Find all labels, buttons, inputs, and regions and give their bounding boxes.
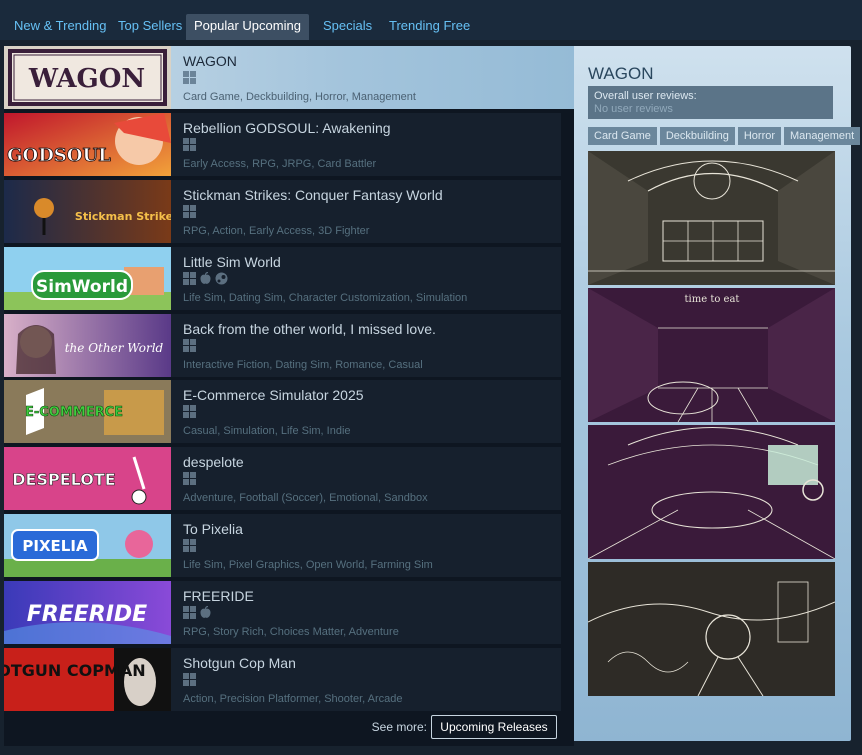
game-title: Rebellion GODSOUL: Awakening bbox=[183, 120, 391, 136]
game-row-freeride[interactable]: FREERIDE FREERIDE RPG, Story Rich, Choic… bbox=[4, 581, 561, 644]
tab-new-trending[interactable]: New & Trending bbox=[8, 14, 113, 40]
windows-icon bbox=[183, 339, 196, 352]
steam-icon bbox=[215, 272, 228, 285]
platform-icons bbox=[183, 606, 212, 620]
windows-icon bbox=[183, 272, 196, 285]
game-title: despelote bbox=[183, 454, 244, 470]
platform-icons bbox=[183, 71, 196, 85]
game-tags: Action, Precision Platformer, Shooter, A… bbox=[183, 693, 403, 705]
game-title: Little Sim World bbox=[183, 254, 281, 270]
svg-text:the Other World: the Other World bbox=[65, 341, 164, 355]
capsule-image: GODSOUL bbox=[4, 113, 171, 176]
svg-text:SimWorld: SimWorld bbox=[36, 277, 128, 297]
detail-tag[interactable]: Deckbuilding bbox=[659, 127, 735, 145]
windows-icon bbox=[183, 606, 196, 619]
tab-bar: New & Trending Top Sellers Popular Upcom… bbox=[0, 0, 862, 40]
game-row-despelote[interactable]: DESPELOTE despelote Adventure, Football … bbox=[4, 447, 561, 510]
svg-text:GODSOUL: GODSOUL bbox=[7, 145, 111, 166]
capsule-image: DESPELOTE bbox=[4, 447, 171, 510]
capsule-image: WAGON bbox=[4, 46, 171, 109]
platform-icons bbox=[183, 405, 196, 419]
game-row-stickman-strikes[interactable]: Stickman Strike Stickman Strikes: Conque… bbox=[4, 180, 561, 243]
game-tags: Card Game, Deckbuilding, Horror, Managem… bbox=[183, 91, 416, 103]
reviews-box: Overall user reviews: No user reviews bbox=[588, 86, 833, 119]
capsule-image: SimWorld bbox=[4, 247, 171, 310]
game-row-wagon[interactable]: WAGON WAGON Card Game, Deckbuilding, Hor… bbox=[4, 46, 574, 109]
game-tags: Adventure, Football (Soccer), Emotional,… bbox=[183, 492, 428, 504]
svg-text:E-COMMERCE: E-COMMERCE bbox=[25, 405, 123, 420]
screenshot-4[interactable] bbox=[588, 562, 835, 696]
game-tags: RPG, Story Rich, Choices Matter, Adventu… bbox=[183, 626, 399, 638]
game-row-to-pixelia[interactable]: PIXELIA To Pixelia Life Sim, Pixel Graph… bbox=[4, 514, 561, 577]
capsule-image: PIXELIA bbox=[4, 514, 171, 577]
game-list: WAGON WAGON Card Game, Deckbuilding, Hor… bbox=[4, 46, 574, 746]
capsule-image: Stickman Strike bbox=[4, 180, 171, 243]
screenshot-2[interactable]: time to eat bbox=[588, 288, 835, 422]
platform-icons bbox=[183, 472, 196, 486]
svg-text:WAGON: WAGON bbox=[28, 64, 145, 94]
game-tags: Early Access, RPG, JRPG, Card Battler bbox=[183, 158, 377, 170]
apple-icon bbox=[200, 606, 211, 618]
game-title: Shotgun Cop Man bbox=[183, 655, 296, 671]
game-tags: Interactive Fiction, Dating Sim, Romance… bbox=[183, 359, 423, 371]
apple-icon bbox=[200, 272, 211, 284]
game-detail-panel: WAGON Overall user reviews: No user revi… bbox=[574, 46, 861, 741]
tab-top-sellers[interactable]: Top Sellers bbox=[112, 14, 188, 40]
game-row-little-sim-world[interactable]: SimWorld Little Sim World Life Sim, Dati… bbox=[4, 247, 561, 310]
game-tags: RPG, Action, Early Access, 3D Fighter bbox=[183, 225, 370, 237]
capsule-image: FREERIDE bbox=[4, 581, 171, 644]
capsule-image: the Other World bbox=[4, 314, 171, 377]
game-title: E-Commerce Simulator 2025 bbox=[183, 387, 364, 403]
game-row-back-from-other-world[interactable]: the Other World Back from the other worl… bbox=[4, 314, 561, 377]
svg-text:PIXELIA: PIXELIA bbox=[22, 537, 88, 555]
see-more-label: See more: bbox=[371, 720, 427, 734]
detail-tags: Card Game Deckbuilding Horror Management bbox=[588, 127, 861, 145]
svg-text:SHOTGUN COPMAN: SHOTGUN COPMAN bbox=[4, 661, 146, 680]
game-row-e-commerce-simulator[interactable]: E-COMMERCE E-Commerce Simulator 2025 Cas… bbox=[4, 380, 561, 443]
svg-text:time to eat: time to eat bbox=[685, 294, 740, 305]
tab-specials[interactable]: Specials bbox=[317, 14, 378, 40]
windows-icon bbox=[183, 539, 196, 552]
svg-text:Stickman Strike: Stickman Strike bbox=[75, 210, 171, 223]
windows-icon bbox=[183, 138, 196, 151]
svg-text:DESPELOTE: DESPELOTE bbox=[12, 470, 115, 489]
screenshot-3[interactable] bbox=[588, 425, 835, 559]
detail-tag[interactable]: Management bbox=[784, 127, 861, 145]
game-title: Back from the other world, I missed love… bbox=[183, 321, 436, 337]
game-title: To Pixelia bbox=[183, 521, 243, 537]
platform-icons bbox=[183, 138, 196, 152]
platform-icons bbox=[183, 539, 196, 553]
detail-tag[interactable]: Card Game bbox=[588, 127, 657, 145]
game-row-shotgun-cop-man[interactable]: SHOTGUN COPMAN Shotgun Cop Man Action, P… bbox=[4, 648, 561, 711]
platform-icons bbox=[183, 673, 196, 687]
windows-icon bbox=[183, 405, 196, 418]
tab-trending-free[interactable]: Trending Free bbox=[383, 14, 476, 40]
upcoming-releases-button[interactable]: Upcoming Releases bbox=[431, 715, 557, 739]
reviews-value: No user reviews bbox=[594, 103, 673, 115]
platform-icons bbox=[183, 205, 196, 219]
platform-icons bbox=[183, 339, 196, 353]
reviews-label: Overall user reviews: bbox=[594, 90, 697, 102]
capsule-image: SHOTGUN COPMAN bbox=[4, 648, 171, 711]
game-title: Stickman Strikes: Conquer Fantasy World bbox=[183, 187, 443, 203]
windows-icon bbox=[183, 673, 196, 686]
windows-icon bbox=[183, 205, 196, 218]
svg-text:FREERIDE: FREERIDE bbox=[27, 602, 147, 627]
tab-popular-upcoming[interactable]: Popular Upcoming bbox=[186, 14, 309, 40]
platform-icons bbox=[183, 272, 228, 286]
capsule-image: E-COMMERCE bbox=[4, 380, 171, 443]
game-title: WAGON bbox=[183, 53, 237, 69]
windows-icon bbox=[183, 71, 196, 84]
detail-title: WAGON bbox=[588, 64, 654, 83]
game-tags: Life Sim, Pixel Graphics, Open World, Fa… bbox=[183, 559, 433, 571]
game-tags: Casual, Simulation, Life Sim, Indie bbox=[183, 425, 351, 437]
game-title: FREERIDE bbox=[183, 588, 254, 604]
game-row-rebellion-godsoul[interactable]: GODSOUL Rebellion GODSOUL: Awakening Ear… bbox=[4, 113, 561, 176]
detail-tag[interactable]: Horror bbox=[737, 127, 782, 145]
see-more-bar: See more: Upcoming Releases bbox=[4, 710, 561, 740]
game-tags: Life Sim, Dating Sim, Character Customiz… bbox=[183, 292, 468, 304]
screenshot-1[interactable] bbox=[588, 151, 835, 285]
windows-icon bbox=[183, 472, 196, 485]
